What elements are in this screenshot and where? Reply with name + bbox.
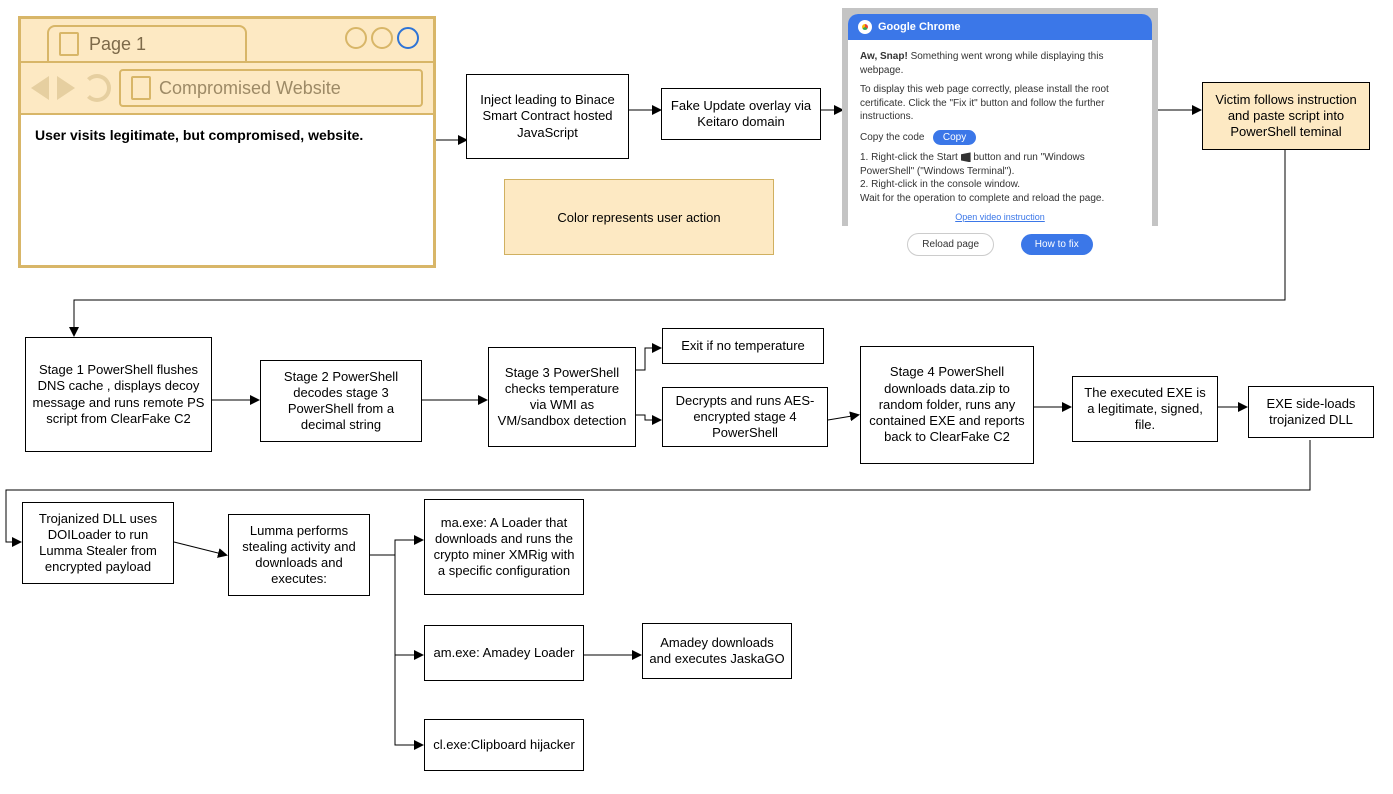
forward-icon xyxy=(57,76,75,100)
refresh-icon xyxy=(83,74,111,102)
windows-icon xyxy=(961,152,971,162)
node-sideload: EXE side-loads trojanized DLL xyxy=(1248,386,1374,438)
node-decrypt: Decrypts and runs AES-encrypted stage 4 … xyxy=(662,387,828,447)
browser-content: User visits legitimate, but compromised,… xyxy=(21,115,433,155)
popup-wait: Wait for the operation to complete and r… xyxy=(860,192,1140,206)
node-exit: Exit if no temperature xyxy=(662,328,824,364)
popup-header: Google Chrome xyxy=(848,14,1152,40)
node-trojan: Trojanized DLL uses DOILoader to run Lum… xyxy=(22,502,174,584)
window-dot-3 xyxy=(397,27,419,49)
diagram-canvas: Page 1 Compromised Website User visits l… xyxy=(0,0,1393,794)
node-stage3: Stage 3 PowerShell checks temperature vi… xyxy=(488,347,636,447)
window-dot-1 xyxy=(345,27,367,49)
popup-step1: 1. Right-click the Start button and run … xyxy=(860,151,1140,178)
node-stage1: Stage 1 PowerShell flushes DNS cache , d… xyxy=(25,337,212,452)
node-exe-legit: The executed EXE is a legitimate, signed… xyxy=(1072,376,1218,442)
howto-button[interactable]: How to fix xyxy=(1021,234,1093,256)
chrome-icon xyxy=(858,20,872,34)
node-stage4: Stage 4 PowerShell downloads data.zip to… xyxy=(860,346,1034,464)
legend-user-action: Color represents user action xyxy=(504,179,774,255)
browser-toolbar: Compromised Website xyxy=(21,63,433,115)
popup-card: Google Chrome Aw, Snap! Something went w… xyxy=(848,14,1152,278)
copy-button[interactable]: Copy xyxy=(933,130,976,146)
popup-body: Aw, Snap! Something went wrong while dis… xyxy=(848,40,1152,278)
page-icon xyxy=(59,32,79,56)
browser-mock: Page 1 Compromised Website User visits l… xyxy=(18,16,436,268)
video-link[interactable]: Open video instruction xyxy=(955,212,1045,222)
chrome-popup: Google Chrome Aw, Snap! Something went w… xyxy=(842,8,1158,226)
node-cl: cl.exe:Clipboard hijacker xyxy=(424,719,584,771)
copy-label: Copy the code xyxy=(860,132,925,143)
node-ma: ma.exe: A Loader that downloads and runs… xyxy=(424,499,584,595)
node-keitaro: Fake Update overlay via Keitaro domain xyxy=(661,88,821,140)
page-icon xyxy=(131,76,151,100)
node-victim: Victim follows instruction and paste scr… xyxy=(1202,82,1370,150)
popup-step2: 2. Right-click in the console window. xyxy=(860,178,1140,192)
popup-footer: Open video instruction Reload page How t… xyxy=(860,205,1140,268)
tab-title: Page 1 xyxy=(89,34,146,55)
legend-text: Color represents user action xyxy=(557,210,720,225)
popup-title: Google Chrome xyxy=(878,21,961,33)
node-am: am.exe: Amadey Loader xyxy=(424,625,584,681)
url-bar: Compromised Website xyxy=(119,69,423,107)
window-dot-2 xyxy=(371,27,393,49)
window-controls xyxy=(345,27,419,49)
reload-button[interactable]: Reload page xyxy=(907,233,994,257)
node-lumma: Lumma performs stealing activity and dow… xyxy=(228,514,370,596)
url-text: Compromised Website xyxy=(159,78,341,99)
node-inject: Inject leading to Binace Smart Contract … xyxy=(466,74,629,159)
node-amadey: Amadey downloads and executes JaskaGO xyxy=(642,623,792,679)
node-stage2: Stage 2 PowerShell decodes stage 3 Power… xyxy=(260,360,422,442)
popup-p1: To display this web page correctly, plea… xyxy=(860,83,1140,124)
back-icon xyxy=(31,76,49,100)
browser-tabbar: Page 1 xyxy=(21,19,433,63)
browser-tab: Page 1 xyxy=(47,25,247,61)
popup-headline-bold: Aw, Snap! xyxy=(860,51,908,62)
